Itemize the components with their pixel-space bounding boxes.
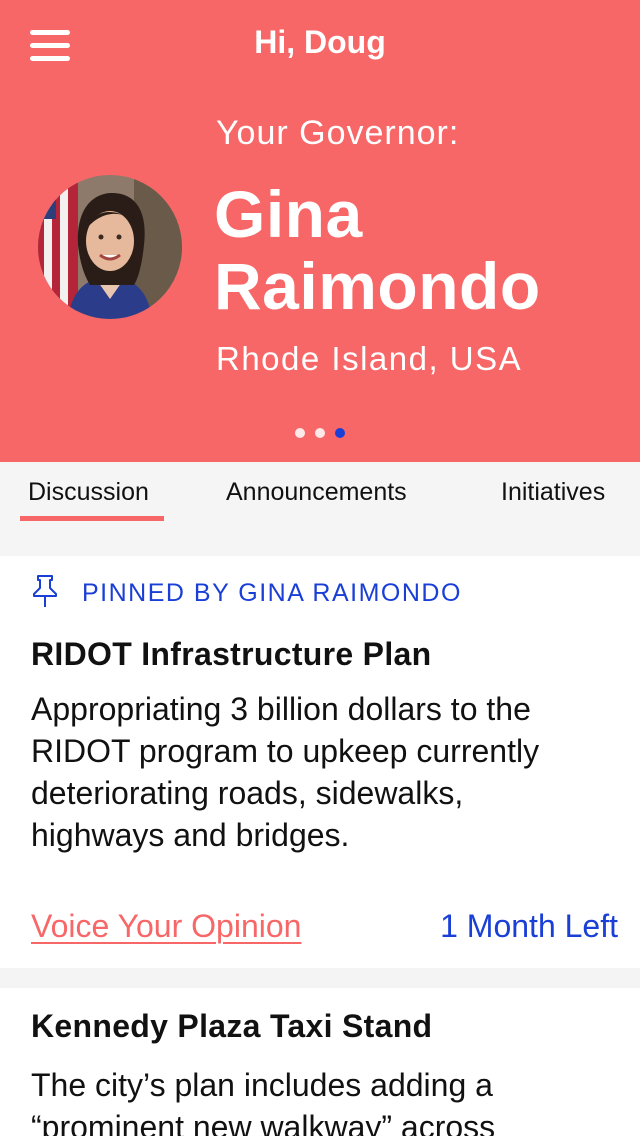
tab-bar: Discussion Announcements Initiatives (0, 462, 640, 556)
post-title[interactable]: Kennedy Plaza Taxi Stand (31, 1008, 432, 1045)
time-left-label: 1 Month Left (440, 908, 618, 944)
pin-icon (30, 574, 60, 613)
tab-announcements[interactable]: Announcements (226, 478, 407, 522)
post-card[interactable]: PINNED BY GINA RAIMONDO RIDOT Infrastruc… (0, 556, 640, 968)
post-body-line: The city’s plan includes adding a (31, 1067, 493, 1103)
governor-location: Rhode Island, USA (216, 340, 523, 377)
post-body-line: “prominent new walkway” across (31, 1109, 496, 1136)
post-body: The city’s plan includes adding a “promi… (31, 1064, 621, 1136)
voice-opinion-link[interactable]: Voice Your Opinion (31, 908, 301, 945)
pinned-label: PINNED BY GINA RAIMONDO (82, 579, 462, 607)
active-tab-indicator (20, 516, 164, 521)
greeting-title: Hi, Doug (254, 24, 386, 60)
post-body-line: Appropriating 3 billion dollars to the (31, 691, 531, 727)
post-body: Appropriating 3 billion dollars to the R… (31, 688, 621, 856)
governor-first-name: Gina (214, 177, 363, 251)
governor-label: Your Governor: (216, 114, 460, 152)
carousel-dot-1[interactable] (295, 428, 305, 438)
post-card[interactable]: Kennedy Plaza Taxi Stand The city’s plan… (0, 988, 640, 1136)
post-body-line: deteriorating roads, sidewalks, (31, 775, 464, 811)
governor-avatar (38, 175, 182, 319)
post-body-line: RIDOT program to upkeep currently (31, 733, 540, 769)
governor-name: Gina Raimondo (214, 178, 541, 322)
post-title[interactable]: RIDOT Infrastructure Plan (31, 636, 431, 673)
governor-last-name: Raimondo (214, 249, 541, 323)
post-body-line: highways and bridges. (31, 817, 350, 853)
governor-header: Hi, Doug Your Governor: Gina Raimondo Rh… (0, 0, 640, 462)
pinned-banner: PINNED BY GINA RAIMONDO (30, 574, 462, 613)
carousel-indicator (0, 428, 640, 438)
tab-initiatives[interactable]: Initiatives (501, 478, 605, 522)
carousel-dot-2[interactable] (315, 428, 325, 438)
carousel-dot-3[interactable] (335, 428, 345, 438)
